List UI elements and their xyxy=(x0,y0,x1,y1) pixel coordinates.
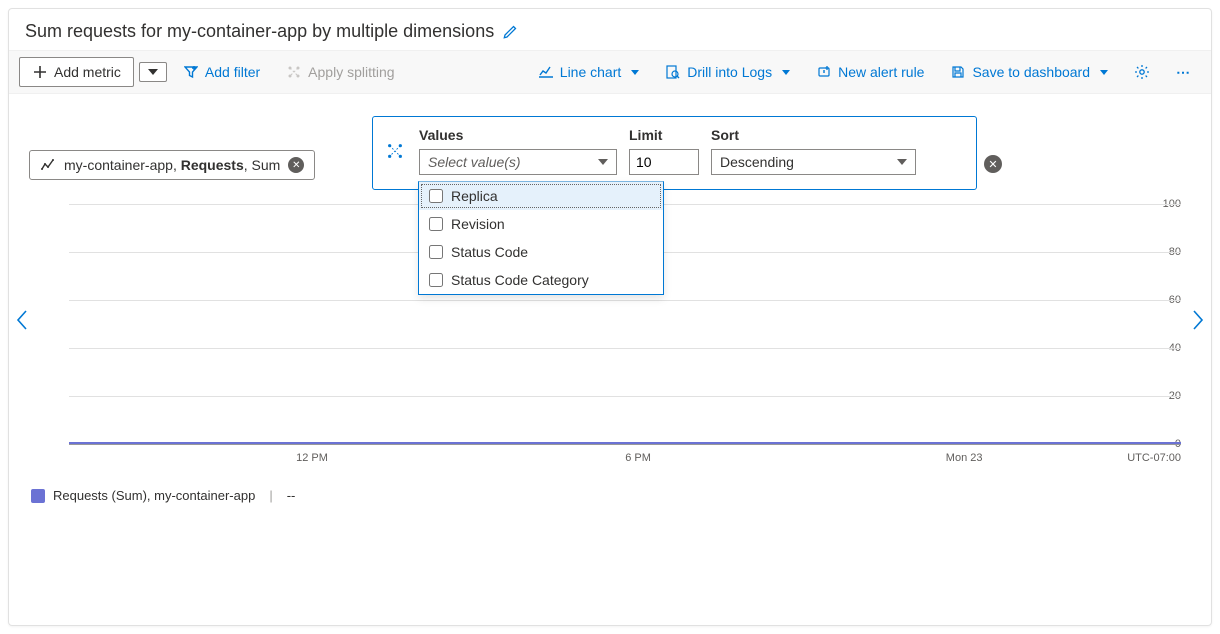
metrics-card: Sum requests for my-container-app by mul… xyxy=(8,8,1212,626)
more-button[interactable]: ⋯ xyxy=(1166,58,1201,87)
legend-text: Requests (Sum), my-container-app xyxy=(53,488,255,503)
add-metric-label: Add metric xyxy=(54,64,121,80)
legend-swatch xyxy=(31,489,45,503)
add-filter-button[interactable]: Add filter xyxy=(173,58,270,86)
drill-logs-button[interactable]: Drill into Logs xyxy=(655,58,800,86)
splitting-panel: Values Select value(s) Replica Revision xyxy=(372,116,977,190)
new-alert-label: New alert rule xyxy=(838,64,924,80)
add-metric-dropdown[interactable] xyxy=(139,62,167,82)
timezone-label: UTC-07:00 xyxy=(1127,452,1181,464)
add-metric-button[interactable]: Add metric xyxy=(19,57,134,87)
limit-column: Limit xyxy=(629,127,699,175)
values-placeholder: Select value(s) xyxy=(428,154,521,170)
line-chart-button[interactable]: Line chart xyxy=(528,58,649,86)
legend: Requests (Sum), my-container-app | -- xyxy=(9,474,1211,517)
chevron-down-icon xyxy=(148,69,158,75)
new-alert-button[interactable]: New alert rule xyxy=(806,58,934,86)
edit-title-icon[interactable] xyxy=(502,24,518,40)
values-dropdown: Replica Revision Status Code Status Code… xyxy=(418,181,664,295)
nav-left-button[interactable] xyxy=(15,309,29,331)
limit-input[interactable] xyxy=(629,149,699,175)
line-chart-icon xyxy=(538,64,554,80)
values-select[interactable]: Select value(s) xyxy=(419,149,617,175)
dropdown-item-status-code[interactable]: Status Code xyxy=(419,238,663,266)
plus-icon xyxy=(32,64,48,80)
sort-column: Sort Descending xyxy=(711,127,916,175)
sort-select[interactable]: Descending xyxy=(711,149,916,175)
remove-metric-icon[interactable]: ✕ xyxy=(288,157,304,173)
dropdown-item-revision[interactable]: Revision xyxy=(419,210,663,238)
chevron-down-icon xyxy=(897,159,907,165)
more-icon: ⋯ xyxy=(1176,64,1191,81)
chart-title: Sum requests for my-container-app by mul… xyxy=(25,21,494,42)
splitting-disabled-icon xyxy=(286,64,302,80)
metric-chip[interactable]: my-container-app, Requests, Sum ✕ xyxy=(29,150,315,180)
save-dashboard-label: Save to dashboard xyxy=(972,64,1090,80)
line-chart-label: Line chart xyxy=(560,64,621,80)
checkbox-revision[interactable] xyxy=(429,217,443,231)
alert-icon xyxy=(816,64,832,80)
data-series-line xyxy=(69,442,1181,444)
x-tick: 12 PM xyxy=(149,452,475,464)
chevron-down-icon xyxy=(1100,70,1108,75)
drill-logs-label: Drill into Logs xyxy=(687,64,772,80)
x-tick: Mon 23 xyxy=(801,452,1127,464)
apply-splitting-label: Apply splitting xyxy=(308,64,394,80)
metric-chip-text: my-container-app, Requests, Sum xyxy=(64,157,280,173)
values-label: Values xyxy=(419,127,617,143)
chevron-left-icon xyxy=(15,309,29,331)
save-icon xyxy=(950,64,966,80)
sort-value: Descending xyxy=(720,154,794,170)
save-dashboard-button[interactable]: Save to dashboard xyxy=(940,58,1118,86)
checkbox-status-code-category[interactable] xyxy=(429,273,443,287)
nav-right-button[interactable] xyxy=(1191,309,1205,331)
splitting-icon xyxy=(387,143,403,159)
chevron-down-icon xyxy=(782,70,790,75)
chart-area: my-container-app, Requests, Sum ✕ Values… xyxy=(9,94,1211,474)
filter-icon xyxy=(183,64,199,80)
gear-icon xyxy=(1134,64,1150,80)
limit-label: Limit xyxy=(629,127,699,143)
values-column: Values Select value(s) Replica Revision xyxy=(419,127,617,175)
x-tick: 6 PM xyxy=(475,452,801,464)
add-filter-label: Add filter xyxy=(205,64,260,80)
remove-splitting-icon[interactable]: ✕ xyxy=(984,155,1002,173)
sort-label: Sort xyxy=(711,127,916,143)
legend-value: -- xyxy=(287,488,296,503)
dropdown-item-replica[interactable]: Replica xyxy=(419,182,663,210)
drill-logs-icon xyxy=(665,64,681,80)
checkbox-replica[interactable] xyxy=(429,189,443,203)
metric-chip-icon xyxy=(40,157,56,173)
chevron-down-icon xyxy=(598,159,608,165)
chevron-down-icon xyxy=(631,70,639,75)
x-axis: 12 PM 6 PM Mon 23 UTC-07:00 xyxy=(69,452,1181,464)
chevron-right-icon xyxy=(1191,309,1205,331)
settings-button[interactable] xyxy=(1124,58,1160,86)
apply-splitting-button: Apply splitting xyxy=(276,58,404,86)
toolbar: Add metric Add filter Apply splitting Li… xyxy=(9,50,1211,94)
checkbox-status-code[interactable] xyxy=(429,245,443,259)
dropdown-item-status-code-category[interactable]: Status Code Category xyxy=(419,266,663,294)
card-header: Sum requests for my-container-app by mul… xyxy=(9,9,1211,50)
